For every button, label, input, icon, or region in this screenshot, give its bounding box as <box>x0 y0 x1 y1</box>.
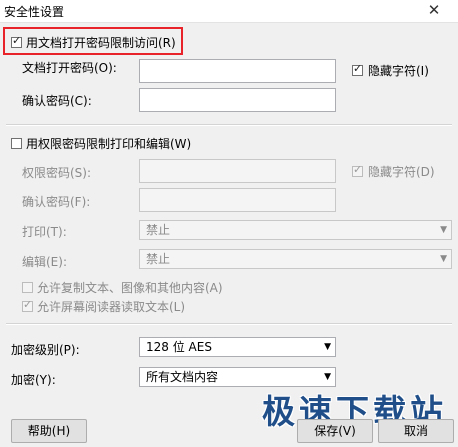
confirm-password-label: 确认密码(C): <box>22 94 92 108</box>
permission-hide-chars-checkbox[interactable] <box>352 163 363 177</box>
permission-hide-chars-label[interactable]: 隐藏字符(D) <box>368 163 435 180</box>
cancel-button[interactable]: 取消 <box>378 419 454 443</box>
encrypt-scope-value: 所有文档内容 <box>146 370 219 384</box>
allow-copy-checkbox[interactable] <box>22 282 33 293</box>
save-button[interactable]: 保存(V) <box>297 419 373 443</box>
print-select[interactable]: 禁止 ▼ <box>139 220 452 240</box>
chevron-down-icon: ▼ <box>324 372 331 382</box>
permission-password-input[interactable] <box>139 159 336 183</box>
allow-reader-checkbox[interactable] <box>22 298 33 312</box>
chevron-down-icon: ▼ <box>440 254 447 264</box>
edit-label: 编辑(E): <box>22 255 67 269</box>
hide-chars-label[interactable]: 隐藏字符(I) <box>368 62 429 79</box>
encrypt-scope-select[interactable]: 所有文档内容 ▼ <box>139 367 336 387</box>
open-password-checkbox-label[interactable]: 用文档打开密码限制访问(R) <box>26 34 176 51</box>
open-password-label: 文档打开密码(O): <box>22 61 117 75</box>
edit-select[interactable]: 禁止 ▼ <box>139 249 452 269</box>
print-select-value: 禁止 <box>146 223 171 237</box>
hide-chars-checkbox[interactable] <box>352 62 363 76</box>
permission-confirm-input[interactable] <box>139 188 336 212</box>
encryption-level-label: 加密级别(P): <box>11 343 80 357</box>
separator <box>6 323 452 325</box>
encryption-level-value: 128 位 AES <box>146 340 212 354</box>
allow-reader-label[interactable]: 允许屏幕阅读器读取文本(L) <box>37 298 185 315</box>
close-icon[interactable]: ✕ <box>411 0 457 20</box>
window-title: 安全性设置 <box>4 5 65 19</box>
chevron-down-icon: ▼ <box>440 225 447 235</box>
encryption-level-select[interactable]: 128 位 AES ▼ <box>139 337 336 357</box>
open-password-checkbox[interactable] <box>11 34 22 48</box>
edit-select-value: 禁止 <box>146 252 171 266</box>
allow-copy-label[interactable]: 允许复制文本、图像和其他内容(A) <box>37 279 223 296</box>
open-password-input[interactable] <box>139 59 336 83</box>
help-button[interactable]: 帮助(H) <box>11 419 87 443</box>
permission-password-checkbox-label[interactable]: 用权限密码限制打印和编辑(W) <box>26 135 191 152</box>
chevron-down-icon: ▼ <box>324 342 331 352</box>
separator <box>6 124 452 126</box>
confirm-password-input[interactable] <box>139 88 336 112</box>
permission-confirm-label: 确认密码(F): <box>22 195 91 209</box>
print-label: 打印(T): <box>22 225 67 239</box>
permission-password-checkbox[interactable] <box>11 138 22 149</box>
permission-password-label: 权限密码(S): <box>22 166 92 180</box>
title-bar <box>0 0 458 23</box>
encrypt-scope-label: 加密(Y): <box>11 373 56 387</box>
